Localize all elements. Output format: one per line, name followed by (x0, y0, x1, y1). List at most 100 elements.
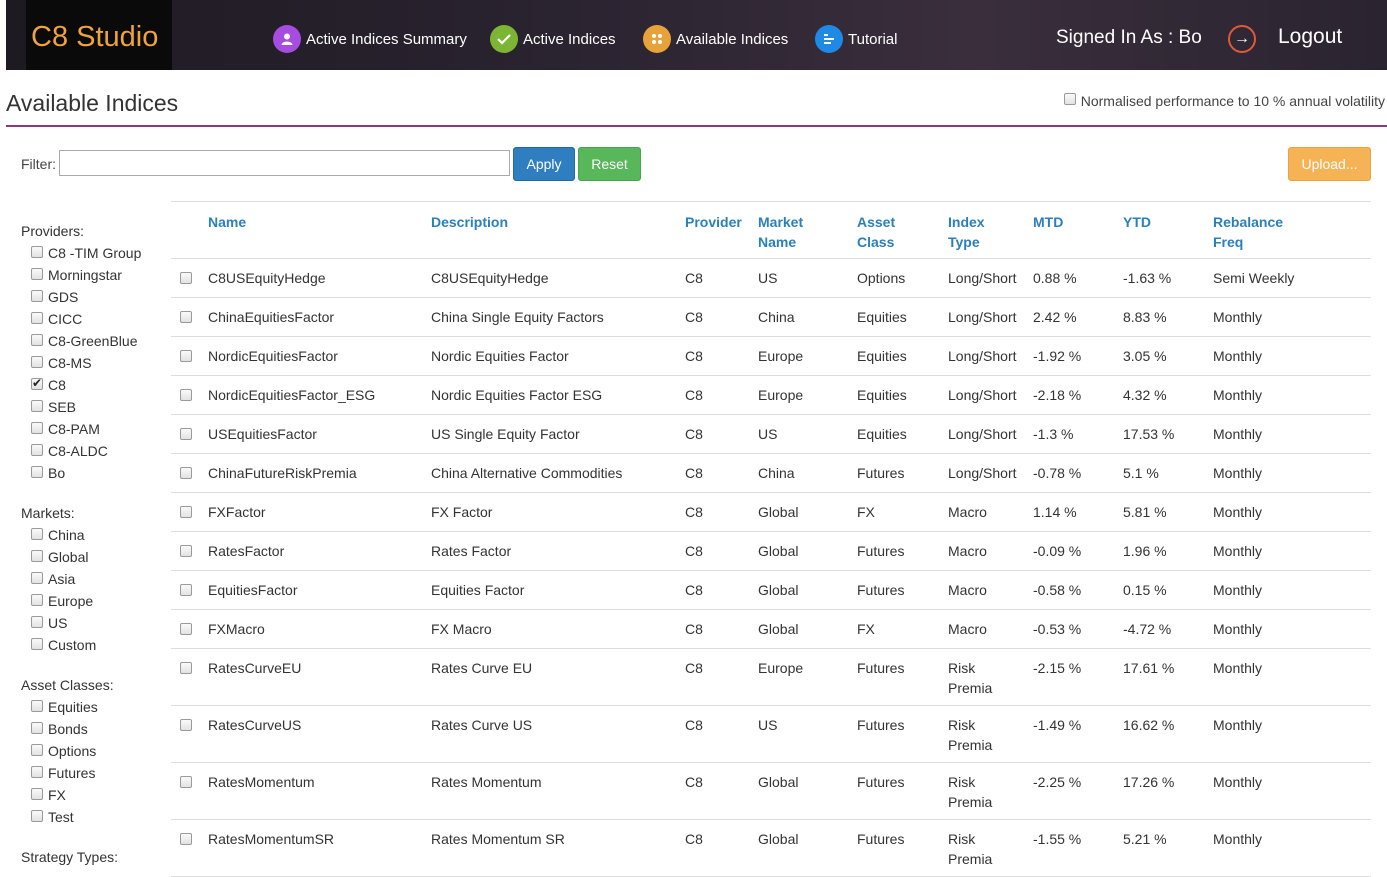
normalise-toggle[interactable]: Normalised performance to 10 % annual vo… (1063, 93, 1385, 109)
column-header-description[interactable]: Description (431, 212, 508, 232)
cell-mtd: -1.92 % (1033, 346, 1081, 366)
table-row[interactable]: RatesMomentum Rates Momentum C8 Global Futur… (171, 763, 1371, 820)
market-checkbox[interactable] (31, 615, 43, 628)
table-row[interactable]: RatesCurveEU Rates Curve EU C8 Europe Future… (171, 649, 1371, 706)
market-filter-item[interactable]: Asia (31, 571, 75, 587)
table-row[interactable]: C8USEquityHedge C8USEquityHedge C8 US Option… (171, 259, 1371, 298)
nav-active-indices[interactable]: Active Indices (490, 25, 616, 53)
provider-checkbox[interactable] (31, 421, 43, 434)
row-checkbox[interactable] (180, 272, 192, 284)
asset-class-checkbox[interactable] (31, 699, 43, 712)
table-row[interactable]: USEquitiesFactor US Single Equity Factor C… (171, 415, 1371, 454)
provider-checkbox[interactable] (31, 267, 43, 280)
table-row[interactable]: NordicEquitiesFactor Nordic Equities Fact… (171, 337, 1371, 376)
row-checkbox[interactable] (180, 467, 192, 479)
provider-checkbox[interactable] (31, 465, 43, 478)
column-header-ytd[interactable]: YTD (1123, 212, 1151, 232)
market-filter-item[interactable]: US (31, 615, 67, 631)
market-checkbox[interactable] (31, 549, 43, 562)
provider-filter-item[interactable]: Morningstar (31, 267, 122, 283)
column-header-index-type[interactable]: Index Type (948, 212, 985, 252)
reset-button[interactable]: Reset (578, 147, 641, 181)
column-header-asset-class[interactable]: Asset Class (857, 212, 895, 252)
provider-checkbox[interactable] (31, 311, 43, 324)
filter-input[interactable] (59, 150, 510, 176)
market-checkbox[interactable] (31, 527, 43, 540)
cell-name: EquitiesFactor (208, 580, 297, 600)
row-checkbox[interactable] (180, 506, 192, 518)
normalise-checkbox[interactable] (1063, 93, 1076, 105)
table-row[interactable]: EquitiesFactor Equities Factor C8 Global Fut… (171, 571, 1371, 610)
row-checkbox[interactable] (180, 719, 192, 731)
market-filter-item[interactable]: Custom (31, 637, 96, 653)
cell-text-line2: Premia (948, 737, 993, 753)
column-header-provider[interactable]: Provider (685, 212, 742, 232)
asset-class-filter-item[interactable]: Bonds (31, 721, 88, 737)
provider-checkbox[interactable] (31, 376, 43, 390)
apply-button[interactable]: Apply (513, 147, 575, 181)
table-row[interactable]: RatesCurveUS Rates Curve US C8 US Futures Ris… (171, 706, 1371, 763)
market-checkbox[interactable] (31, 571, 43, 584)
provider-checkbox[interactable] (31, 333, 43, 346)
app-logo[interactable]: C8 Studio (26, 0, 172, 70)
provider-checkbox[interactable] (31, 289, 43, 302)
cell-asset-class: Futures (857, 829, 904, 849)
row-checkbox[interactable] (180, 662, 192, 674)
provider-checkbox[interactable] (31, 399, 43, 412)
table-row[interactable]: RatesMomentumSR Rates Momentum SR C8 Global… (171, 820, 1371, 877)
table-row[interactable]: FXFactor FX Factor C8 Global FX Macro 1.14 % 5.… (171, 493, 1371, 532)
provider-checkbox[interactable] (31, 443, 43, 456)
logout-link[interactable]: Logout (1278, 25, 1342, 49)
column-header-mtd[interactable]: MTD (1033, 212, 1063, 232)
provider-filter-item[interactable]: C8-MS (31, 355, 92, 371)
row-checkbox[interactable] (180, 389, 192, 401)
provider-checkbox[interactable] (31, 355, 43, 368)
table-row[interactable]: ChinaEquitiesFactor China Single Equity F… (171, 298, 1371, 337)
column-header-name[interactable]: Name (208, 212, 246, 232)
upload-button[interactable]: Upload... (1288, 147, 1371, 181)
asset-class-checkbox[interactable] (31, 721, 43, 734)
nav-active-indices-summary[interactable]: Active Indices Summary (273, 25, 467, 53)
provider-filter-item[interactable]: C8 (31, 376, 66, 393)
provider-filter-item[interactable]: C8-PAM (31, 421, 100, 437)
asset-class-checkbox[interactable] (31, 743, 43, 756)
market-filter-item[interactable]: China (31, 527, 85, 543)
market-checkbox[interactable] (31, 637, 43, 650)
asset-class-checkbox[interactable] (31, 809, 43, 822)
row-checkbox[interactable] (180, 584, 192, 596)
asset-class-checkbox[interactable] (31, 765, 43, 778)
column-header-rebalance-freq[interactable]: Rebalance Freq (1213, 212, 1283, 252)
logout-arrow-icon[interactable]: → (1228, 25, 1256, 53)
asset-class-checkbox[interactable] (31, 787, 43, 800)
table-row[interactable]: FXMacro FX Macro C8 Global FX Macro -0.53 % -4.… (171, 610, 1371, 649)
row-checkbox[interactable] (180, 311, 192, 323)
provider-checkbox[interactable] (31, 245, 43, 258)
provider-filter-item[interactable]: C8-GreenBlue (31, 333, 138, 349)
market-checkbox[interactable] (31, 593, 43, 606)
row-checkbox[interactable] (180, 350, 192, 362)
table-row[interactable]: RatesFactor Rates Factor C8 Global Futures Ma… (171, 532, 1371, 571)
asset-class-filter-item[interactable]: Test (31, 809, 74, 825)
provider-filter-item[interactable]: C8 -TIM Group (31, 245, 141, 261)
table-row[interactable]: ChinaFutureRiskPremia China Alternative C… (171, 454, 1371, 493)
asset-class-filter-item[interactable]: Futures (31, 765, 95, 781)
asset-class-filter-item[interactable]: Options (31, 743, 96, 759)
nav-tutorial[interactable]: Tutorial (815, 25, 897, 53)
market-filter-item[interactable]: Global (31, 549, 88, 565)
row-checkbox[interactable] (180, 428, 192, 440)
table-row[interactable]: NordicEquitiesFactor_ESG Nordic Equities … (171, 376, 1371, 415)
nav-available-indices[interactable]: Available Indices (643, 25, 788, 53)
asset-class-filter-item[interactable]: FX (31, 787, 66, 803)
provider-filter-item[interactable]: GDS (31, 289, 78, 305)
column-header-market-name[interactable]: Market Name (758, 212, 803, 252)
row-checkbox[interactable] (180, 545, 192, 557)
provider-filter-item[interactable]: SEB (31, 399, 76, 415)
row-checkbox[interactable] (180, 623, 192, 635)
row-checkbox[interactable] (180, 776, 192, 788)
row-checkbox[interactable] (180, 833, 192, 845)
provider-filter-item[interactable]: CICC (31, 311, 82, 327)
provider-filter-item[interactable]: Bo (31, 465, 65, 481)
provider-filter-item[interactable]: C8-ALDC (31, 443, 108, 459)
market-filter-item[interactable]: Europe (31, 593, 93, 609)
asset-class-filter-item[interactable]: Equities (31, 699, 98, 715)
